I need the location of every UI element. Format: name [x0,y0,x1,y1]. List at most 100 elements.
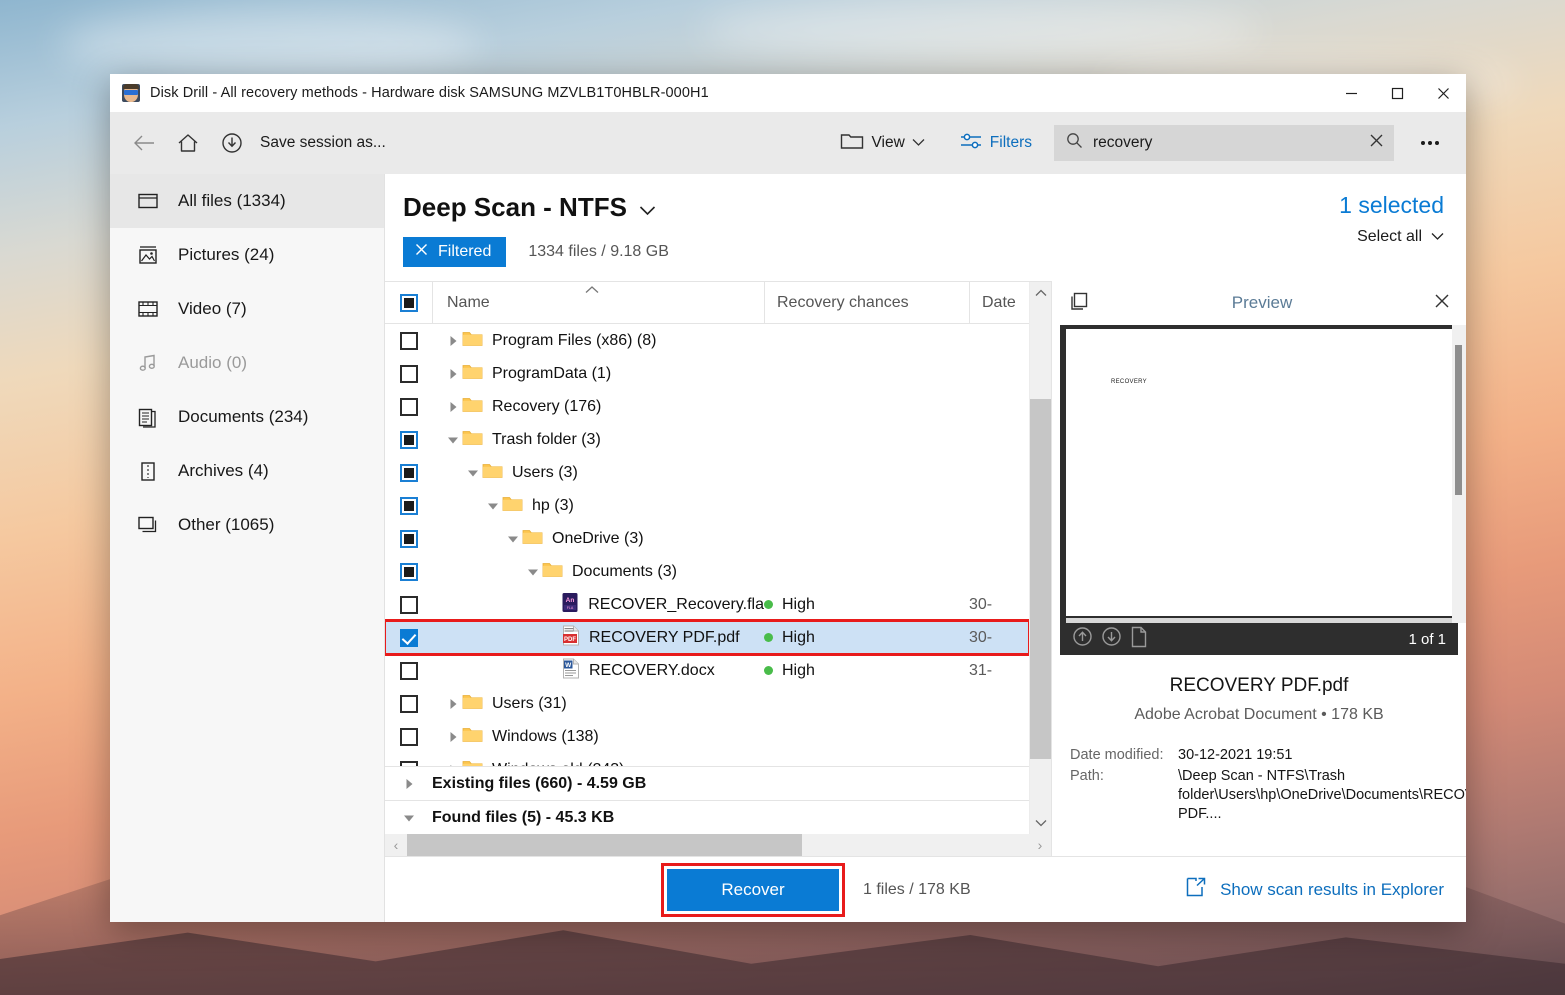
table-group-row[interactable]: Existing files (660) - 4.59 GB [385,766,1029,800]
row-checkbox[interactable] [399,496,418,515]
sidebar-item-other[interactable]: Other (1065) [110,498,384,552]
close-icon[interactable] [415,243,428,261]
chevron-down-icon[interactable] [639,192,656,223]
row-checkbox-cell[interactable] [385,364,432,383]
row-checkbox[interactable] [399,727,418,746]
close-icon[interactable] [1434,293,1450,314]
row-checkbox-cell[interactable] [385,727,432,746]
scroll-left-icon[interactable]: ‹ [385,837,407,853]
column-header-name[interactable]: Name [432,282,764,324]
table-row[interactable]: Windows (138) [385,720,1029,753]
row-checkbox[interactable] [399,529,418,548]
row-checkbox[interactable] [399,661,418,680]
preview-vertical-scrollbar[interactable] [1452,325,1466,623]
show-in-explorer-button[interactable]: Show scan results in Explorer [1184,875,1444,904]
scroll-right-icon[interactable]: › [1029,837,1051,853]
chevron-down-icon[interactable] [1431,228,1444,246]
close-button[interactable] [1420,74,1466,112]
table-row[interactable]: OneDrive (3) [385,522,1029,555]
table-row[interactable]: ProgramData (1) [385,357,1029,390]
scan-title[interactable]: Deep Scan - NTFS [403,192,1339,223]
expand-toggle-icon[interactable] [444,731,462,743]
search-value[interactable]: recovery [1093,134,1369,152]
row-checkbox[interactable] [399,430,418,449]
expand-toggle-icon[interactable] [524,566,542,578]
view-button[interactable]: View [840,131,925,155]
save-session-button[interactable]: Save session as... [260,134,386,152]
table-row[interactable]: hp (3) [385,489,1029,522]
copy-icon[interactable] [1068,290,1090,317]
row-checkbox-cell[interactable] [385,628,432,647]
row-checkbox[interactable] [399,694,418,713]
row-checkbox[interactable] [399,463,418,482]
vertical-scrollbar[interactable] [1029,282,1051,834]
table-row[interactable]: Users (31) [385,687,1029,720]
table-row[interactable]: Trash folder (3) [385,423,1029,456]
sidebar-item-archives[interactable]: Archives (4) [110,444,384,498]
expand-toggle-icon[interactable] [385,778,432,790]
row-checkbox[interactable] [399,628,418,647]
expand-toggle-icon[interactable] [444,434,462,446]
sidebar-item-all-files[interactable]: All files (1334) [110,174,384,228]
expand-toggle-icon[interactable] [444,698,462,710]
expand-toggle-icon[interactable] [464,467,482,479]
row-checkbox[interactable] [399,562,418,581]
back-arrow-icon[interactable] [122,123,166,163]
row-checkbox-cell[interactable] [385,496,432,515]
scroll-down-icon[interactable] [1035,812,1047,834]
row-checkbox-cell[interactable] [385,529,432,548]
table-row[interactable]: Users (3) [385,456,1029,489]
row-checkbox-cell[interactable] [385,562,432,581]
recover-button[interactable]: Recover [667,868,839,911]
filtered-chip[interactable]: Filtered [403,237,507,267]
row-checkbox[interactable] [399,331,418,350]
table-row[interactable]: Windows.old (243) [385,753,1029,766]
select-all-button[interactable]: Select all [1339,228,1444,246]
expand-toggle-icon[interactable] [484,500,502,512]
table-row[interactable]: PDF RECOVERY PDF.pdf High 30- [385,619,1029,656]
horizontal-scrollbar-thumb[interactable] [407,834,802,856]
row-checkbox-cell[interactable] [385,331,432,350]
sidebar-item-documents[interactable]: Documents (234) [110,390,384,444]
arrow-down-circle-icon[interactable] [1101,626,1122,652]
vertical-scrollbar-thumb[interactable] [1030,399,1051,759]
preview-page[interactable]: RECOVERY [1066,329,1454,616]
row-checkbox-cell[interactable] [385,661,432,680]
column-header-recovery[interactable]: Recovery chances [764,282,969,324]
table-group-row[interactable]: Found files (5) - 45.3 KB [385,800,1029,834]
row-checkbox-cell[interactable] [385,463,432,482]
expand-toggle-icon[interactable] [385,812,432,824]
maximize-button[interactable] [1374,74,1420,112]
row-checkbox-cell[interactable] [385,694,432,713]
horizontal-scrollbar[interactable]: ‹ › [385,834,1051,856]
row-checkbox[interactable] [399,595,418,614]
home-icon[interactable] [166,123,210,163]
expand-toggle-icon[interactable] [444,335,462,347]
expand-toggle-icon[interactable] [444,401,462,413]
page-icon[interactable] [1130,626,1148,653]
sidebar-item-video[interactable]: Video (7) [110,282,384,336]
row-checkbox-cell[interactable] [385,397,432,416]
row-checkbox[interactable] [399,760,418,766]
table-row[interactable]: Documents (3) [385,555,1029,588]
minimize-button[interactable] [1328,74,1374,112]
filters-button[interactable]: Filters [959,131,1032,156]
close-icon[interactable] [1369,133,1384,153]
sidebar-item-audio[interactable]: Audio (0) [110,336,384,390]
row-checkbox[interactable] [399,364,418,383]
table-row[interactable]: An FLA RECOVER_Recovery.fla High 30- [385,588,1029,621]
expand-toggle-icon[interactable] [444,368,462,380]
header-checkbox[interactable] [385,293,432,312]
preview-scrollbar-thumb[interactable] [1455,345,1462,495]
table-row[interactable]: W RECOVERY.docx High 31- [385,654,1029,687]
table-row[interactable]: Recovery (176) [385,390,1029,423]
row-checkbox-cell[interactable] [385,595,432,614]
download-icon[interactable] [210,123,254,163]
expand-toggle-icon[interactable] [504,533,522,545]
sidebar-item-pictures[interactable]: Pictures (24) [110,228,384,282]
column-header-date[interactable]: Date [969,282,1029,324]
table-row[interactable]: Program Files (x86) (8) [385,324,1029,357]
arrow-up-circle-icon[interactable] [1072,626,1093,652]
scroll-up-icon[interactable] [1035,282,1047,304]
row-checkbox[interactable] [399,397,418,416]
